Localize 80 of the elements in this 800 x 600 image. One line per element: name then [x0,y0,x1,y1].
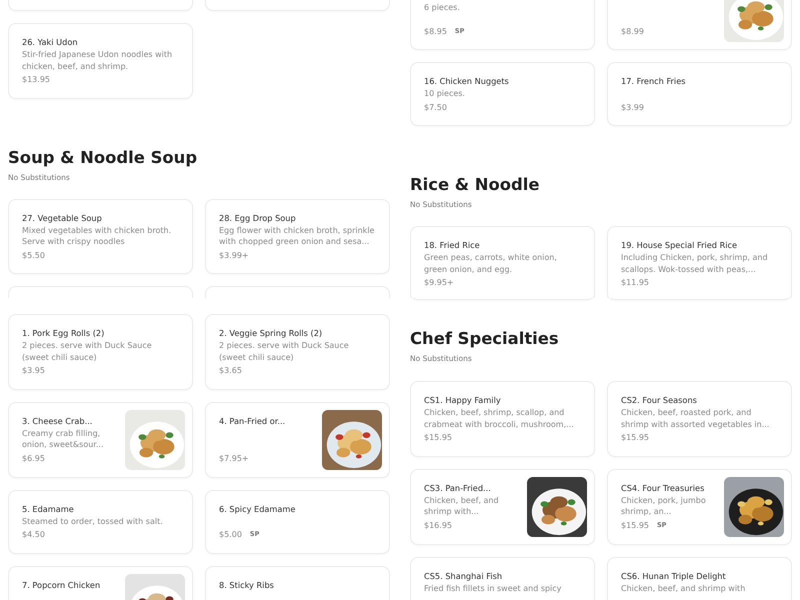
item-price: $15.95 [424,432,452,444]
item-price: $16.95 [424,520,452,532]
menu-item-card[interactable]: 8. Sticky Ribs [205,566,390,600]
item-price: $11.95 [621,277,649,288]
item-price: $7.95+ [219,453,249,464]
item-description: Chicken, pork, jumbo shrimp, an... [621,494,707,518]
item-price: $3.99+ [219,250,249,261]
item-price: $7.50 [424,102,447,113]
item-description: Creamy crab filling, onion, sweet&sour... [22,428,104,450]
item-name: 4. Pan-Fried or... [219,414,286,428]
item-name: 18. Fried Rice [424,239,481,252]
item-description: 2 pieces. serve with Duck Sauce (sweet chili sauce) [22,340,153,363]
menu-item-card[interactable]: 28. Egg Drop Soup Egg flower with chicken broth, sprinkle with chopped green onion and sesa... $3.99+ [205,198,390,274]
menu-item-card[interactable]: CS1. Happy Family Chicken, beef, shrimp, scallop, and crabmeat with broccoli, mushroom,... $15.95 [410,381,595,456]
menu-item-card[interactable]: 2. Veggie Spring Rolls (2) 2 pieces. serve with Duck Sauce (sweet chili sauce) $3.65 [205,314,390,390]
item-name: 8. Sticky Ribs [219,578,275,592]
menu-item-card[interactable]: CS3. Pan-Fried... Chicken, beef, and shrimp with... $16.95 [410,468,595,544]
item-description: 2 pieces. serve with Duck Sauce (sweet chili sauce) [219,340,350,363]
item-description: 10 pieces. [424,88,466,100]
item-name: CS1. Happy Family [424,394,502,407]
item-description: Including Chicken, pork, shrimp, and scallops. Wok-tossed with peas,... [621,252,769,275]
item-description: Chicken, beef, roasted pork, and shrimp with assorted vegetables in... [621,407,770,430]
item-name: 2. Veggie Spring Rolls (2) [219,327,324,340]
item-name: 19. House Special Fried Rice [621,239,738,252]
item-price: $3.95 [22,365,45,376]
item-name: CS6. Hunan Triple Delight [621,570,727,582]
item-price: $15.95 [621,432,649,444]
item-price: $6.95 [22,453,45,464]
item-description: Steamed to order, tossed with salt. [22,516,164,527]
menu-item-card[interactable]: 17. French Fries $3.99 [607,62,792,126]
item-price: $15.95 [621,520,649,532]
item-name: 28. Egg Drop Soup [219,212,297,224]
menu-item-card[interactable]: CS2. Four Seasons Chicken, beef, roasted pork, and shrimp with assorted vegetables in... $15.95 [607,381,792,456]
item-name: 27. Vegetable Soup [22,212,103,224]
item-price: $5.50 [22,250,45,261]
item-price: $13.95 [22,74,50,86]
item-name: CS4. Four Treasuries [621,482,706,494]
item-name: 16. Chicken Nuggets [424,75,510,88]
item-description: Stir-fried Japanese Udon noodles with chicken, beef, and shrimp. [22,49,174,72]
item-name: 7. Popcorn Chicken [22,578,102,592]
item-description: 6 pieces. [424,2,461,14]
menu-item-card[interactable]: 1. Pork Egg Rolls (2) 2 pieces. serve with Duck Sauce (sweet chili sauce) $3.95 [8,314,193,390]
menu-item-card[interactable]: CS6. Hunan Triple Delight Chicken, beef, and shrimp with [607,556,792,600]
section-heading: Soup & Noodle Soup [8,148,198,168]
menu-item-card[interactable]: 18. Fried Rice Green peas, carrots, white onion, green onion, and egg. $9.95+ [410,226,595,298]
item-name: CS5. Shanghai Fish [424,570,504,582]
menu-item-card[interactable]: 4. Pan-Fried or... $7.95+ [205,402,390,478]
menu-item-card[interactable]: 16. Chicken Nuggets 10 pieces. $7.50 [410,62,595,126]
item-name: 17. French Fries [621,75,686,88]
item-description: Egg flower with chicken broth, sprinkle with chopped green onion and sesa... [219,224,376,248]
item-price: $9.95+ [424,277,454,288]
item-description: Chicken, beef, and shrimp with... [424,494,500,518]
menu-item-card[interactable]: CS5. Shanghai Fish Fried fish fillets in sweet and spicy [410,556,595,600]
item-price: $3.99 [621,102,644,113]
menu-item-card[interactable]: 27. Vegetable Soup Mixed vegetables with chicken broth. Serve with crispy noodles $5.50 [8,198,193,274]
section-heading: Rice & Noodle [410,175,540,195]
section-heading: Chef Specialties [410,329,560,349]
item-price: $3.65 [219,365,242,376]
item-name: 6. Spicy Edamame [219,502,296,516]
item-name: 26. Yaki Udon [22,36,79,49]
item-description: Fried fish fillets in sweet and spicy [424,582,562,594]
item-price: $4.50 [22,529,45,540]
item-price: $8.99 [621,26,644,37]
item-name: CS2. Four Seasons [621,394,698,407]
item-description: Chicken, beef, and shrimp with [621,582,746,594]
menu-item-card[interactable]: 5. Edamame Steamed to order, tossed with salt. $4.50 [8,490,193,554]
item-description: Green peas, carrots, white onion, green onion, and egg. [424,252,558,275]
menu-item-card[interactable]: 3. Cheese Crab... Creamy crab filling, onion, sweet&sour... $6.95 [8,402,193,478]
menu-item-card[interactable]: 7. Popcorn Chicken [8,566,193,600]
item-name: CS3. Pan-Fried... [424,482,492,494]
menu-item-card[interactable]: 19. House Special Fried Rice Including Chicken, pork, shrimp, and scallops. Wok-tossed with peas,... $11.95 [607,226,792,298]
item-name: 5. Edamame [22,502,75,516]
item-name: 3. Cheese Crab... [22,414,94,428]
item-description: Chicken, beef, shrimp, scallop, and crabmeat with broccoli, mushroom,... [424,407,575,430]
menu-item-card[interactable]: 26. Yaki Udon Stir-fried Japanese Udon noodles with chicken, beef, and shrimp. $13.95 [8,23,193,98]
item-name: 1. Pork Egg Rolls (2) [22,327,106,340]
item-price: $5.00 [219,529,242,540]
item-description: Mixed vegetables with chicken broth. Serve with crispy noodles [22,224,172,248]
item-price: $8.95 [424,26,447,37]
menu-item-card[interactable]: $8.99 [607,0,792,50]
